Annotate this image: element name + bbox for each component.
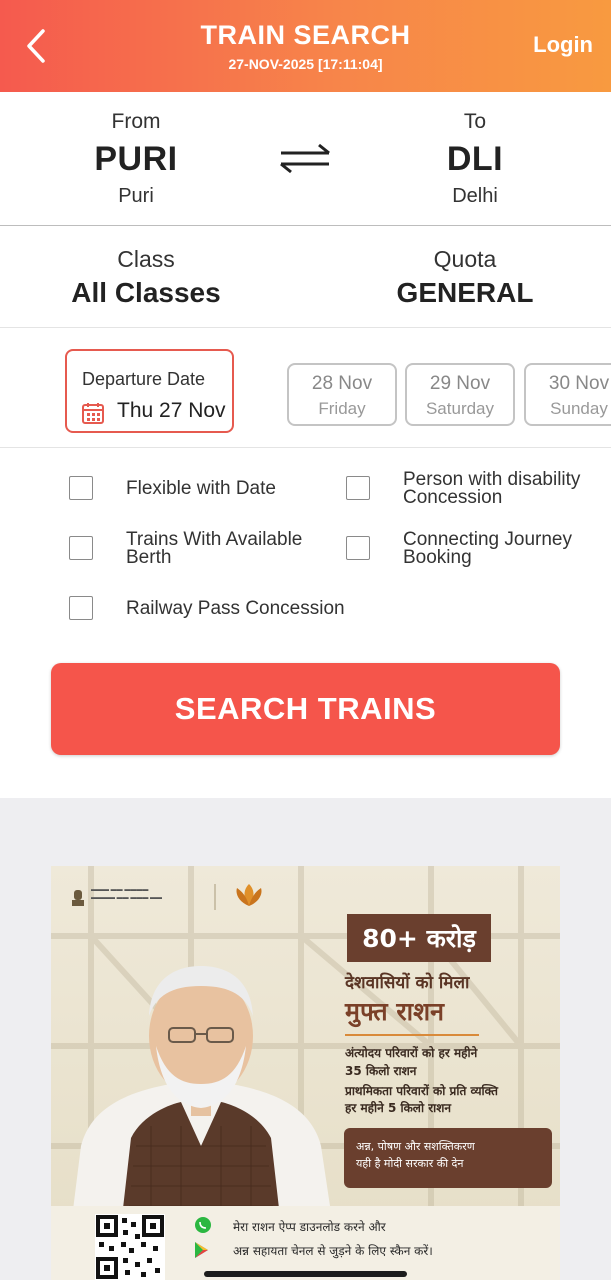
ad-line-2: 35 किलो राशन [345,1064,417,1078]
home-indicator[interactable] [204,1271,407,1277]
pwd-concession-option[interactable]: Person with disability Concession [346,470,580,507]
ad-headline-1: देशवासियों को मिला [345,973,470,993]
qr-text-line-1: मेरा राशन ऐप्प डाउनलोड करने और [233,1220,386,1234]
departure-date-value: Thu 27 Nov [117,399,226,422]
date-chip-date: 30 Nov [548,373,610,394]
ad-headline-2: मुफ्त राशन [345,997,444,1026]
swap-arrows-icon [280,143,330,174]
class-selector[interactable]: Class All Classes [16,246,276,309]
available-berth-checkbox[interactable] [69,536,93,560]
date-chip-date: 28 Nov [311,373,373,394]
qr-code-icon [95,1214,165,1280]
connecting-journey-label-line2: Booking [403,547,472,568]
flexible-date-checkbox[interactable] [69,476,93,500]
to-label: To [463,110,487,133]
ad-divider [345,1034,479,1036]
date-chip-day: Saturday [425,399,495,418]
to-station-code: DLI [446,140,504,178]
date-section: Departure Date Thu 27 Nov 28 Nov Friday … [0,328,611,448]
ministry-logo: ▬▬▬ ▬▬ ▬▬▬▬ ▬▬▬▬ ▬▬ ▬▬▬ ▬▬ [91,887,163,901]
class-quota-section: Class All Classes Quota GENERAL [0,226,611,328]
departure-date-label: Departure Date [82,369,206,389]
date-chip-30-nov[interactable]: 30 Nov Sunday [524,363,611,426]
ad-banner[interactable]: ▬▬▬ ▬▬ ▬▬▬▬ ▬▬▬▬ ▬▬ ▬▬▬ ▬▬ 80+ करोड़ देश… [51,866,560,1280]
pwd-concession-label-line2: Concession [403,487,503,508]
portrait-image [71,966,333,1226]
lotus-logo-icon [214,884,262,910]
page-timestamp: 27-NOV-2025 [17:11:04] [228,56,383,72]
class-label: Class [117,246,175,272]
search-trains-button[interactable]: SEARCH TRAINS [51,663,560,755]
login-button[interactable]: Login [533,32,593,58]
from-station-name: Puri [118,185,154,207]
date-chip-29-nov[interactable]: 29 Nov Saturday [405,363,515,426]
emblem-icon [72,890,84,906]
departure-date-picker[interactable]: Departure Date Thu 27 Nov [65,349,234,433]
ad-line-4: हर महीने 5 किलो राशन [345,1101,452,1115]
flexible-date-label: Flexible with Date [126,478,276,499]
ad-tagline-1: अन्न, पोषण और सशक्तिकरण [356,1140,475,1153]
google-play-icon [195,1242,208,1258]
swap-stations-button[interactable] [275,142,335,176]
flexible-date-option[interactable]: Flexible with Date [69,476,276,500]
ad-line-1: अंत्योदय परिवारों को हर महीने [345,1046,478,1060]
date-chip-28-nov[interactable]: 28 Nov Friday [287,363,397,426]
qr-text-line-2: अन्न सहायता चेनल से जुड़ने के लिए स्कैन … [233,1244,433,1258]
from-station[interactable]: From PURI Puri [26,110,246,208]
connecting-journey-checkbox[interactable] [346,536,370,560]
page-title: TRAIN SEARCH [200,20,411,50]
date-chip-date: 29 Nov [429,373,491,394]
ad-tagline-2: यही है मोदी सरकार की देन [356,1157,464,1170]
ad-line-3: प्राथमिकता परिवारों को प्रति व्यक्ति [345,1084,498,1098]
app-header: TRAIN SEARCH 27-NOV-2025 [17:11:04] Logi… [0,0,611,92]
class-value: All Classes [71,277,221,308]
available-berth-label-line2: Berth [126,547,172,568]
whatsapp-icon [195,1217,211,1233]
calendar-icon [82,403,104,424]
quota-label: Quota [433,246,497,272]
date-chip-day: Sunday [550,399,608,418]
railway-pass-checkbox[interactable] [69,596,93,620]
ad-section: ▬▬▬ ▬▬ ▬▬▬▬ ▬▬▬▬ ▬▬ ▬▬▬ ▬▬ 80+ करोड़ देश… [0,798,611,1280]
pwd-concession-checkbox[interactable] [346,476,370,500]
from-label: From [111,110,161,133]
to-station[interactable]: To DLI Delhi [365,110,585,208]
connecting-journey-option[interactable]: Connecting Journey Booking [346,530,572,567]
ad-badge: 80+ करोड़ [347,914,491,962]
quota-selector[interactable]: Quota GENERAL [335,246,595,309]
available-berth-option[interactable]: Trains With Available Berth [69,530,302,567]
ad-tagline-box: अन्न, पोषण और सशक्तिकरण यही है मोदी सरका… [344,1128,552,1188]
railway-pass-label: Railway Pass Concession [126,598,345,619]
date-chip-day: Friday [318,399,366,418]
quota-value: GENERAL [396,277,534,308]
railway-pass-option[interactable]: Railway Pass Concession [69,596,345,620]
route-section: From PURI Puri To DLI Delhi [0,92,611,226]
to-station-name: Delhi [452,185,498,207]
ad-qr-strip: मेरा राशन ऐप्प डाउनलोड करने और अन्न सहाय… [51,1206,560,1280]
from-station-code: PURI [94,140,178,178]
